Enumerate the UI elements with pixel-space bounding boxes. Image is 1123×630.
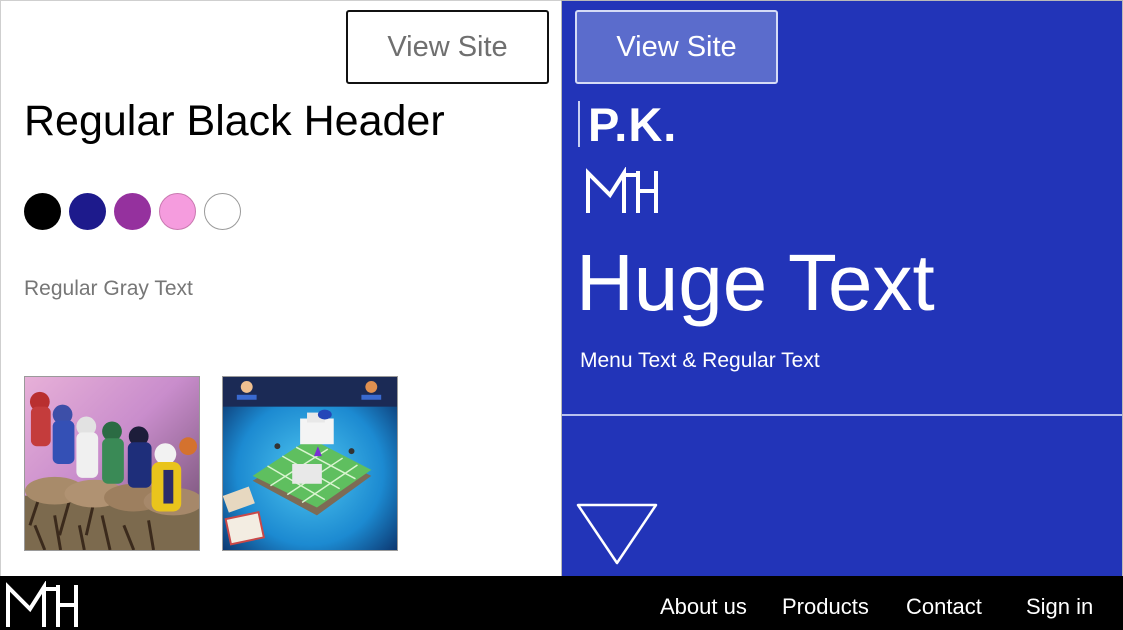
swatch-purple: [114, 193, 151, 230]
regular-gray-text: Regular Gray Text: [24, 277, 193, 300]
nav-contact[interactable]: Contact: [906, 594, 982, 620]
footer-nav-bar: About us Products Contact Sign in: [0, 576, 1123, 630]
style-preview-left-panel: View Site Regular Black Header Regular G…: [0, 0, 561, 576]
scroll-down-triangle-icon[interactable]: [576, 503, 658, 565]
menu-regular-text: Menu Text & Regular Text: [580, 349, 820, 372]
board-game-island-image[interactable]: [222, 376, 398, 551]
swatch-white: [204, 193, 241, 230]
brand-initials: P.K.: [588, 98, 678, 151]
mh-logo-icon: [586, 167, 658, 213]
camel-riders-artwork: [25, 377, 199, 550]
style-preview-right-panel: View Site P.K. Huge Text Menu Text & Reg…: [561, 0, 1123, 576]
nav-about-us[interactable]: About us: [660, 594, 747, 620]
nav-products[interactable]: Products: [782, 594, 869, 620]
board-game-island-artwork: [223, 377, 397, 550]
swatch-black: [24, 193, 61, 230]
swatch-pink: [159, 193, 196, 230]
footer-mh-logo-icon[interactable]: [4, 581, 82, 627]
section-divider: [562, 414, 1122, 416]
nav-sign-in[interactable]: Sign in: [1026, 594, 1093, 620]
camel-riders-image[interactable]: [24, 376, 200, 551]
brand-divider: [578, 101, 580, 147]
color-swatches: [24, 193, 241, 230]
huge-text: Huge Text: [576, 238, 935, 327]
view-site-filled-button[interactable]: View Site: [575, 10, 778, 84]
swatch-navy: [69, 193, 106, 230]
view-site-outline-button[interactable]: View Site: [346, 10, 549, 84]
regular-black-header: Regular Black Header: [24, 97, 445, 145]
